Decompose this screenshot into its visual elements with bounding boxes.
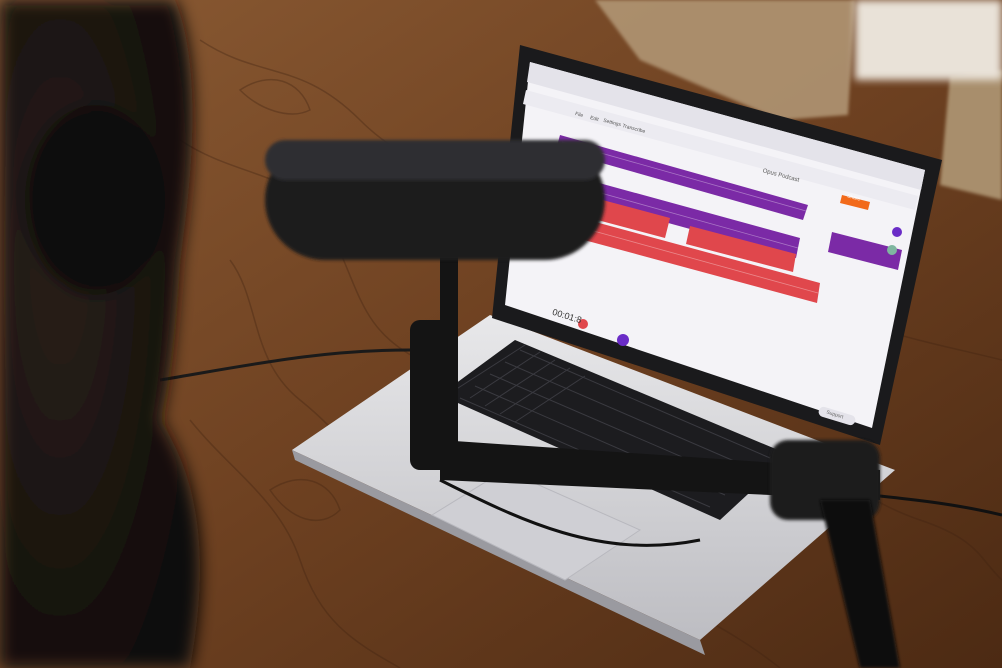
person-silhouette xyxy=(0,0,200,668)
chair-back-right xyxy=(940,70,1002,200)
record-button-icon xyxy=(578,319,588,329)
bright-background xyxy=(855,0,1002,80)
side-circle-icon-2 xyxy=(887,245,897,255)
play-button-icon xyxy=(617,334,629,346)
podcast-scene xyxy=(0,0,1002,668)
side-circle-icon xyxy=(892,227,902,237)
microphone xyxy=(265,140,605,260)
